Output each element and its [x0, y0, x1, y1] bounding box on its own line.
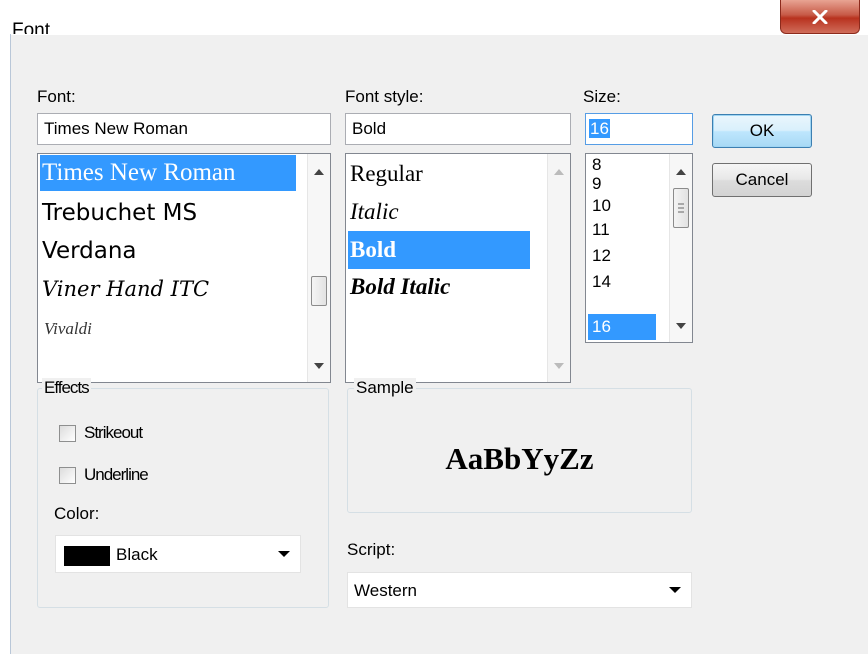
script-value: Western	[354, 581, 417, 600]
style-list-item[interactable]: Bold	[348, 231, 530, 269]
strikeout-label[interactable]: Strikeout	[84, 423, 143, 443]
sample-title: Sample	[354, 378, 416, 398]
color-label: Color:	[54, 504, 100, 523]
size-list-item[interactable]: 14	[588, 273, 611, 290]
scroll-up-icon[interactable]	[670, 160, 692, 184]
font-style-input[interactable]: Bold	[345, 113, 571, 145]
size-list-item[interactable]: 9	[588, 175, 601, 192]
color-swatch	[64, 546, 110, 566]
size-list-item[interactable]: 16	[588, 314, 656, 340]
ok-button[interactable]: OK	[712, 114, 812, 148]
close-icon	[812, 9, 828, 24]
sample-group: Sample AaBbYyZz	[347, 378, 692, 513]
style-list-scrollbar[interactable]	[547, 154, 570, 382]
size-list-item[interactable]: 8	[588, 156, 601, 173]
scroll-down-icon[interactable]	[548, 354, 570, 378]
size-input[interactable]: 16	[585, 113, 693, 145]
strikeout-checkbox[interactable]	[59, 425, 76, 442]
size-label: Size:	[583, 87, 621, 106]
font-list-item[interactable]: Times New Roman	[40, 155, 296, 191]
font-list-item[interactable]: Trebuchet MS	[40, 195, 197, 231]
scroll-down-icon[interactable]	[308, 354, 330, 378]
style-list-item[interactable]: Italic	[348, 194, 399, 230]
scroll-down-icon[interactable]	[670, 314, 692, 338]
underline-checkbox[interactable]	[59, 467, 76, 484]
close-button[interactable]	[780, 0, 860, 34]
chevron-down-icon	[669, 587, 681, 593]
effects-group: Effects	[37, 378, 329, 608]
font-list-item[interactable]: Verdana	[40, 233, 137, 269]
chevron-down-icon	[278, 551, 290, 557]
size-list[interactable]: 8 9 10 11 12 14 16	[585, 153, 693, 343]
scroll-up-icon[interactable]	[548, 160, 570, 184]
font-label: Font:	[37, 87, 76, 106]
font-list-scrollbar[interactable]	[307, 154, 330, 382]
scroll-up-icon[interactable]	[308, 160, 330, 184]
scrollbar-thumb[interactable]	[311, 276, 327, 306]
color-value: Black	[116, 545, 158, 564]
font-list-item[interactable]: Viner Hand ITC	[40, 271, 209, 307]
font-style-label: Font style:	[345, 87, 424, 106]
font-style-list[interactable]: Regular Italic Bold Bold Italic	[345, 153, 571, 383]
scrollbar-thumb[interactable]	[673, 188, 689, 228]
color-select[interactable]: Black	[55, 535, 301, 573]
script-select[interactable]: Western	[347, 572, 692, 608]
size-input-value: 16	[589, 119, 610, 138]
size-list-item[interactable]: 12	[588, 247, 611, 264]
dialog-body: Font: Times New Roman Times New Roman Tr…	[10, 34, 868, 654]
style-list-item[interactable]: Regular	[348, 156, 423, 192]
font-name-input[interactable]: Times New Roman	[37, 113, 331, 145]
style-list-item[interactable]: Bold Italic	[348, 269, 450, 305]
font-list[interactable]: Times New Roman Trebuchet MS Verdana Vin…	[37, 153, 331, 383]
size-list-item[interactable]: 10	[588, 197, 611, 214]
script-label: Script:	[347, 540, 396, 559]
size-list-item[interactable]: 11	[588, 221, 610, 238]
font-list-item[interactable]: Vivaldi	[40, 311, 92, 347]
effects-title: Effects	[42, 378, 91, 398]
cancel-button[interactable]: Cancel	[712, 163, 812, 197]
underline-label[interactable]: Underline	[84, 465, 149, 485]
sample-preview-text: AaBbYyZz	[445, 441, 594, 476]
size-list-scrollbar[interactable]	[669, 154, 692, 342]
